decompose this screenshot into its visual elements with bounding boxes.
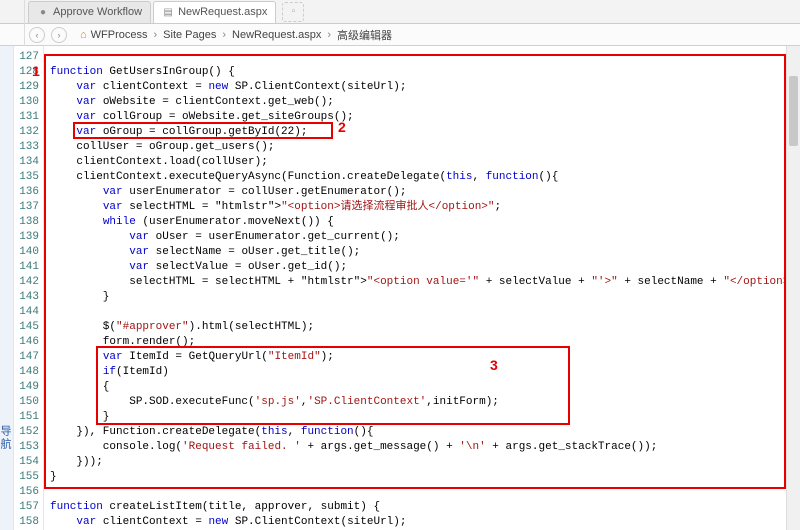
breadcrumb-sep: ›: [327, 29, 331, 41]
breadcrumb: ‹ › ⌂ WFProcess › Site Pages › NewReques…: [0, 24, 800, 46]
tab-newrequest[interactable]: ▤ NewRequest.aspx: [153, 1, 276, 23]
new-tab-button[interactable]: ▫: [282, 2, 304, 22]
tab-label: Approve Workflow: [53, 6, 142, 18]
line-number-gutter: 127 128 129 130 131 132 133 134 135 136 …: [14, 46, 44, 530]
scrollbar-thumb[interactable]: [789, 76, 798, 146]
annotation-label-3: 3: [490, 357, 498, 373]
vertical-scrollbar[interactable]: [786, 46, 800, 530]
editor: 导航 127 128 129 130 131 132 133 134 135 1…: [0, 46, 800, 530]
nav-forward-button[interactable]: ›: [51, 27, 67, 43]
nav-back-button[interactable]: ‹: [29, 27, 45, 43]
breadcrumb-sep: ›: [154, 29, 158, 41]
breadcrumb-sep: ›: [222, 29, 226, 41]
sidebar-nav-tab[interactable]: 导航: [0, 46, 14, 530]
tab-icon-page: ▤: [162, 6, 174, 18]
code-area[interactable]: function GetUsersInGroup() { var clientC…: [44, 46, 800, 530]
breadcrumb-seg-wfprocess[interactable]: WFProcess: [91, 29, 148, 41]
tab-bar: ● Approve Workflow ▤ NewRequest.aspx ▫: [0, 0, 800, 24]
home-icon[interactable]: ⌂: [80, 29, 87, 41]
breadcrumb-seg-sitepages[interactable]: Site Pages: [163, 29, 216, 41]
tab-label: NewRequest.aspx: [178, 6, 267, 18]
annotation-label-2: 2: [338, 119, 346, 135]
annotation-label-1: 1: [32, 63, 40, 79]
breadcrumb-seg-editor[interactable]: 高级编辑器: [337, 27, 392, 43]
tab-icon-gear: ●: [37, 6, 49, 18]
breadcrumb-seg-newrequest[interactable]: NewRequest.aspx: [232, 29, 321, 41]
tab-approve-workflow[interactable]: ● Approve Workflow: [28, 1, 151, 23]
